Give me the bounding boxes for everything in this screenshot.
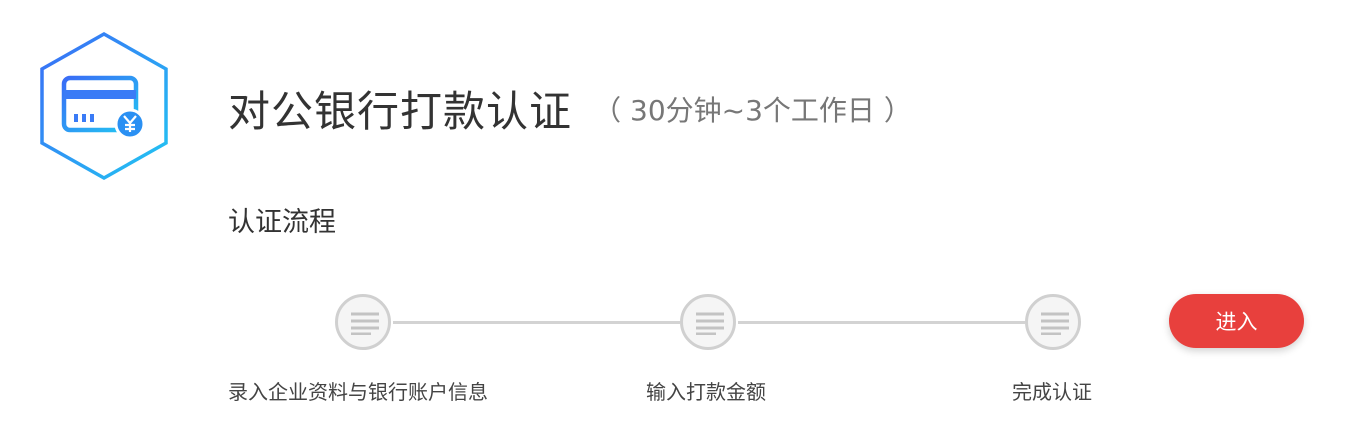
- page-title: 对公银行打款认证: [228, 87, 573, 136]
- step-connector: [393, 321, 680, 324]
- step-3-document-icon: [1025, 294, 1081, 350]
- step-connector: [738, 321, 1025, 324]
- process-title: 认证流程: [228, 207, 336, 238]
- title-row: 对公银行打款认证 （ 30分钟~3个工作日 ）: [228, 78, 912, 139]
- step-3-label: 完成认证: [1012, 380, 1092, 404]
- enter-button[interactable]: 进入: [1169, 294, 1304, 348]
- step-1-document-icon: [335, 294, 391, 350]
- step-2-document-icon: [680, 294, 736, 350]
- page-subtitle: （ 30分钟~3个工作日 ）: [593, 93, 912, 127]
- step-2-label: 输入打款金额: [646, 380, 766, 404]
- bank-card-yen-icon: [40, 31, 168, 181]
- step-1-label: 录入企业资料与银行账户信息: [228, 380, 488, 404]
